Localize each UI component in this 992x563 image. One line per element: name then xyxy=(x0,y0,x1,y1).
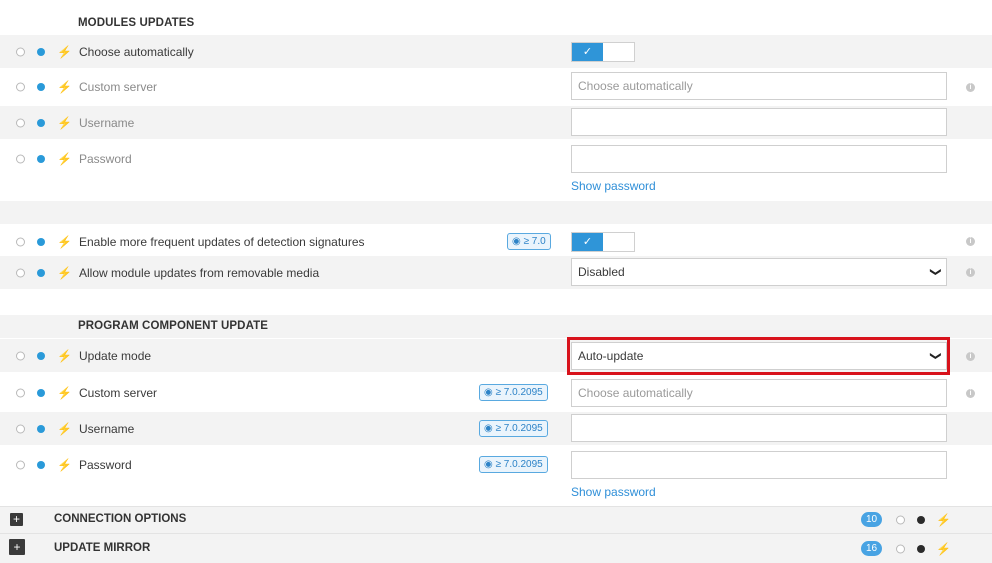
policy-apply-icon[interactable] xyxy=(16,237,25,246)
bolt-icon[interactable]: ⚡ xyxy=(57,81,72,93)
update-mirror-count: 16 xyxy=(861,541,882,556)
removable-media-value: Disabled xyxy=(578,265,625,279)
choose-automatically-label: Choose automatically xyxy=(79,44,194,59)
program-password-input[interactable] xyxy=(571,451,947,479)
policy-enforce-icon[interactable] xyxy=(917,516,925,524)
update-mirror-section[interactable]: + UPDATE MIRROR 16 ⚡ xyxy=(0,533,992,563)
bolt-icon[interactable]: ⚡ xyxy=(57,459,72,471)
password-label: Password xyxy=(79,151,132,166)
info-icon[interactable]: i xyxy=(966,237,975,246)
bolt-icon[interactable]: ⚡ xyxy=(57,46,72,58)
version-badge-text: ≥ 7.0 xyxy=(523,236,546,247)
bolt-icon[interactable]: ⚡ xyxy=(57,423,72,435)
bolt-icon[interactable]: ⚡ xyxy=(936,514,951,526)
version-badge-text: ≥ 7.0.2095 xyxy=(495,387,543,398)
bolt-icon[interactable]: ⚡ xyxy=(57,236,72,248)
policy-enforce-icon[interactable] xyxy=(37,82,45,91)
removable-media-select[interactable]: Disabled ❯ xyxy=(571,258,947,286)
policy-enforce-icon[interactable] xyxy=(37,351,45,360)
version-badge-text: ≥ 7.0.2095 xyxy=(495,459,543,470)
policy-enforce-icon[interactable] xyxy=(37,154,45,163)
bolt-icon[interactable]: ⚡ xyxy=(57,350,72,362)
expand-plus-icon[interactable]: + xyxy=(10,513,23,526)
version-badge: ◉ ≥ 7.0.2095 xyxy=(479,384,548,401)
version-badge: ◉ ≥ 7.0.2095 xyxy=(479,456,548,473)
info-icon[interactable]: i xyxy=(966,389,975,398)
connection-options-count: 10 xyxy=(861,512,882,527)
bolt-icon[interactable]: ⚡ xyxy=(57,117,72,129)
removable-media-label: Allow module updates from removable medi… xyxy=(79,265,320,280)
program-show-password-link[interactable]: Show password xyxy=(571,485,656,499)
frequent-updates-toggle[interactable]: ✓ xyxy=(571,231,635,252)
row-frequent-updates: ⚡ Enable more frequent updates of detect… xyxy=(0,225,992,258)
policy-enforce-icon[interactable] xyxy=(37,460,45,469)
policy-apply-icon[interactable] xyxy=(16,268,25,277)
choose-automatically-toggle[interactable]: ✓ xyxy=(571,41,635,62)
policy-enforce-icon[interactable] xyxy=(37,118,45,127)
policy-apply-icon[interactable] xyxy=(16,47,25,56)
frequent-updates-label: Enable more frequent updates of detectio… xyxy=(79,234,365,249)
row-choose-automatically: ⚡ Choose automatically ✓ xyxy=(0,35,992,68)
policy-apply-icon[interactable] xyxy=(16,424,25,433)
program-custom-server-label: Custom server xyxy=(79,385,158,400)
row-spacer xyxy=(0,201,992,224)
policy-apply-icon[interactable] xyxy=(896,544,905,553)
program-username-input[interactable] xyxy=(571,414,947,442)
bolt-icon[interactable]: ⚡ xyxy=(57,267,72,279)
policy-enforce-icon[interactable] xyxy=(37,268,45,277)
show-password-link[interactable]: Show password xyxy=(571,179,656,193)
update-mirror-title: UPDATE MIRROR xyxy=(54,542,151,554)
modules-updates-title: MODULES UPDATES xyxy=(78,17,195,29)
program-username-label: Username xyxy=(79,421,135,436)
policy-apply-icon[interactable] xyxy=(16,82,25,91)
policy-apply-icon[interactable] xyxy=(16,388,25,397)
bolt-icon[interactable]: ⚡ xyxy=(936,543,951,555)
policy-apply-icon[interactable] xyxy=(16,118,25,127)
cropped-header-text xyxy=(0,0,992,6)
program-custom-server-input[interactable]: Choose automatically xyxy=(571,379,947,407)
username-input[interactable] xyxy=(571,108,947,136)
policy-apply-icon[interactable] xyxy=(896,515,905,525)
custom-server-label: Custom server xyxy=(79,79,158,94)
program-component-update-title: PROGRAM COMPONENT UPDATE xyxy=(78,320,269,332)
version-badge-text: ≥ 7.0.2095 xyxy=(495,423,543,434)
check-icon: ✓ xyxy=(572,232,603,251)
policy-enforce-icon[interactable] xyxy=(37,47,45,56)
program-password-label: Password xyxy=(79,457,132,472)
policy-enforce-icon[interactable] xyxy=(37,237,45,246)
connection-options-section[interactable]: + CONNECTION OPTIONS 10 ⚡ xyxy=(0,506,992,533)
connection-options-title: CONNECTION OPTIONS xyxy=(54,513,187,525)
policy-apply-icon[interactable] xyxy=(16,460,25,469)
info-icon[interactable]: i xyxy=(966,352,975,361)
bolt-icon[interactable]: ⚡ xyxy=(57,153,72,165)
bolt-icon[interactable]: ⚡ xyxy=(57,387,72,399)
chevron-down-icon: ❯ xyxy=(929,267,942,277)
check-icon: ✓ xyxy=(572,42,603,61)
password-input[interactable] xyxy=(571,145,947,173)
policy-apply-icon[interactable] xyxy=(16,154,25,163)
expand-plus-icon[interactable]: + xyxy=(9,539,25,555)
username-label: Username xyxy=(79,115,135,130)
policy-enforce-icon[interactable] xyxy=(37,424,45,433)
info-icon[interactable]: i xyxy=(966,268,975,277)
policy-enforce-icon[interactable] xyxy=(917,544,925,553)
info-icon[interactable]: i xyxy=(966,83,975,92)
custom-server-input[interactable]: Choose automatically xyxy=(571,72,947,100)
policy-apply-icon[interactable] xyxy=(16,351,25,360)
update-mode-label: Update mode xyxy=(79,348,152,363)
policy-enforce-icon[interactable] xyxy=(37,388,45,397)
version-badge: ◉ ≥ 7.0.2095 xyxy=(479,420,548,437)
red-highlight-box xyxy=(567,337,950,375)
version-badge: ◉ ≥ 7.0 xyxy=(507,233,551,250)
